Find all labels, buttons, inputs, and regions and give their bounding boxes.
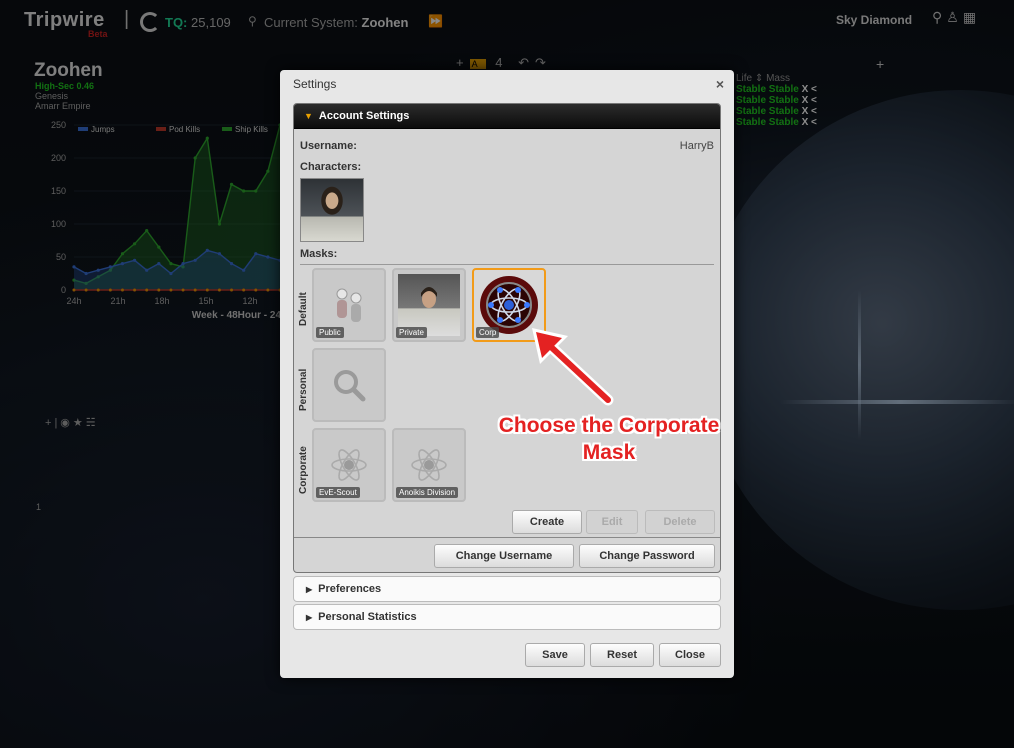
edit-button[interactable]: Edit — [586, 510, 638, 534]
account-settings-panel: ▼ Account Settings Username: HarryB Chara… — [293, 103, 721, 573]
character-portrait[interactable] — [300, 178, 364, 242]
divider — [300, 264, 714, 265]
username-label: Username: — [300, 140, 357, 152]
mask-anoikis-division[interactable]: Anoikis Division — [392, 428, 466, 502]
mask-caption: Private — [396, 327, 427, 338]
delete-button[interactable]: Delete — [645, 510, 715, 534]
change-username-button[interactable]: Change Username — [434, 544, 574, 568]
preferences-section[interactable]: ▶ Preferences — [293, 576, 721, 602]
account-settings-header[interactable]: ▼ Account Settings — [294, 104, 720, 129]
group-default: Default — [298, 292, 309, 326]
mask-eve-scout[interactable]: EvE-Scout — [312, 428, 386, 502]
reset-button[interactable]: Reset — [590, 643, 654, 667]
annotation-line: Choose the Corporate — [498, 414, 720, 437]
personal-statistics-section[interactable]: ▶ Personal Statistics — [293, 604, 721, 630]
triangle-right-icon: ▶ — [306, 613, 313, 622]
account-settings-title: Account Settings — [318, 110, 410, 122]
search-icon — [318, 354, 380, 416]
group-personal: Personal — [298, 368, 309, 411]
mask-caption: Anoikis Division — [396, 487, 459, 498]
close-icon[interactable]: × — [716, 76, 724, 92]
mask-caption: Corp — [476, 327, 500, 338]
create-button[interactable]: Create — [512, 510, 582, 534]
close-button[interactable]: Close — [659, 643, 721, 667]
mask-private[interactable]: Private — [392, 268, 466, 342]
dialog-title: Settings — [293, 77, 337, 91]
settings-dialog: Settings × ▼ Account Settings Username: H… — [280, 70, 734, 678]
mask-add-personal[interactable] — [312, 348, 386, 422]
section-label: Personal Statistics — [318, 611, 417, 623]
group-corporate: Corporate — [298, 446, 309, 494]
masks-label: Masks: — [300, 248, 338, 260]
mask-public[interactable]: Public — [312, 268, 386, 342]
mask-caption: Public — [316, 327, 344, 338]
change-password-button[interactable]: Change Password — [579, 544, 715, 568]
triangle-down-icon: ▼ — [304, 111, 313, 121]
save-button[interactable]: Save — [525, 643, 585, 667]
divider — [294, 537, 720, 538]
annotation-arrow — [532, 328, 614, 406]
username-value: HarryB — [679, 140, 714, 152]
mask-caption: EvE-Scout — [316, 487, 360, 498]
annotation-text: Choose the Corporate Mask — [482, 412, 736, 466]
section-label: Preferences — [318, 583, 382, 595]
characters-label: Characters: — [300, 161, 362, 173]
triangle-right-icon: ▶ — [306, 585, 313, 594]
annotation-line: Mask — [582, 441, 636, 464]
